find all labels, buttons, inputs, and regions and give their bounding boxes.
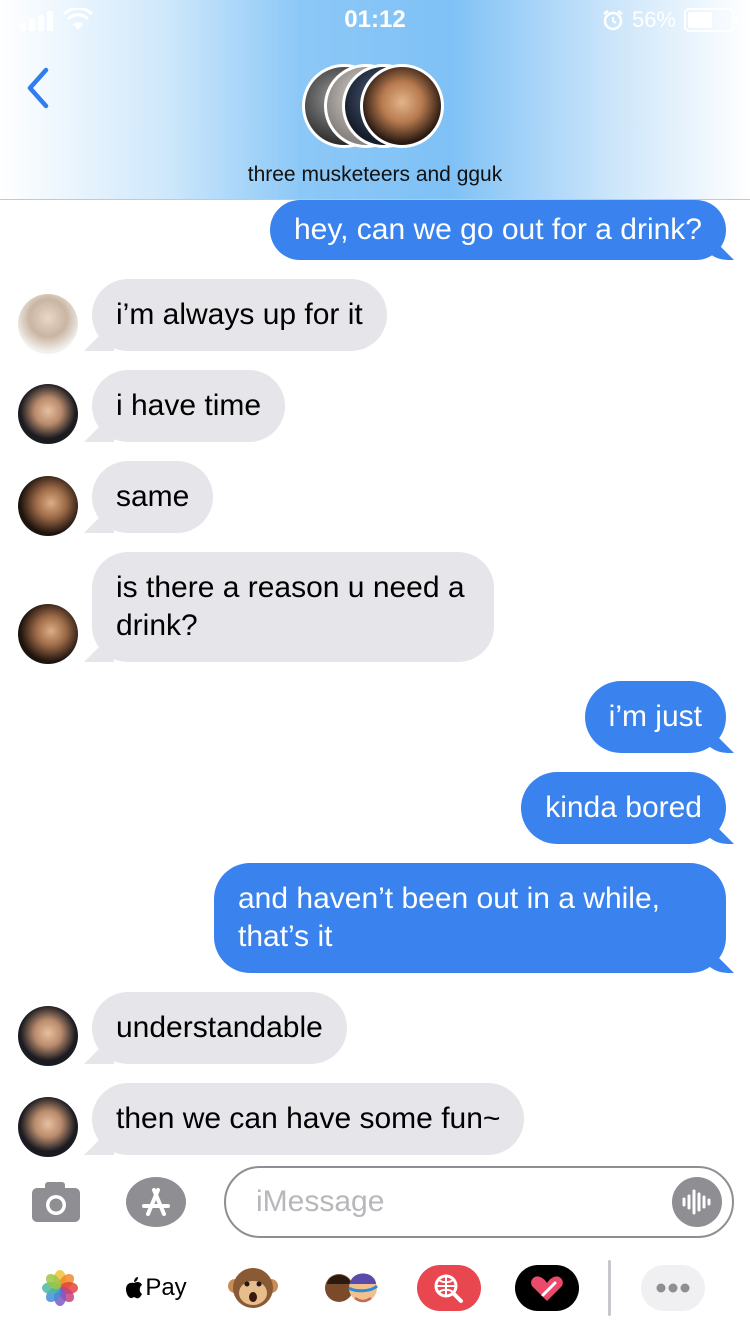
apple-logo-icon	[126, 1277, 143, 1299]
imessage-app-drawer: Pay	[0, 1244, 750, 1334]
message-bubble-outgoing[interactable]: and haven’t been out in a while, that’s …	[214, 863, 726, 973]
message-bubble-incoming[interactable]: i’m always up for it	[92, 279, 387, 351]
app-store-icon	[126, 1177, 186, 1227]
sender-avatar[interactable]	[18, 294, 78, 354]
photos-app-button[interactable]	[40, 1258, 80, 1318]
memoji-icon	[325, 1273, 379, 1303]
alarm-icon	[603, 10, 623, 31]
message-bubble-incoming[interactable]: understandable	[92, 992, 347, 1064]
chevron-left-icon	[27, 67, 49, 109]
digital-touch-icon	[515, 1265, 579, 1311]
camera-button[interactable]	[30, 1178, 82, 1226]
more-apps-button[interactable]	[640, 1258, 706, 1318]
message-bubble-incoming[interactable]: is there a reason u need a drink?	[92, 552, 494, 662]
compose-bar	[0, 1160, 750, 1244]
back-button[interactable]	[22, 66, 56, 110]
group-member-avatar	[360, 64, 444, 148]
battery-icon	[684, 8, 738, 32]
message-bubble-incoming[interactable]: then we can have some fun~	[92, 1083, 525, 1155]
battery-fill	[688, 12, 712, 28]
status-bar: 01:12 56%	[0, 0, 750, 40]
app-store-button[interactable]	[124, 1176, 188, 1228]
digital-touch-button[interactable]	[514, 1258, 580, 1318]
apple-pay-button[interactable]: Pay	[124, 1258, 188, 1318]
message-bubble-incoming[interactable]: same	[92, 461, 214, 533]
camera-icon	[32, 1182, 80, 1222]
message-bubble-outgoing[interactable]: hey, can we go out for a drink?	[269, 200, 726, 260]
conversation-header: 01:12 56% three musketeers and gguk	[0, 0, 750, 200]
app-drawer-divider	[608, 1260, 611, 1316]
group-avatar-stack[interactable]	[302, 64, 452, 150]
sender-avatar[interactable]	[18, 476, 78, 536]
message-input[interactable]	[226, 1185, 646, 1219]
message-bubble-incoming[interactable]: i have time	[92, 370, 286, 442]
sender-avatar[interactable]	[18, 384, 78, 444]
animoji-button[interactable]	[226, 1258, 280, 1318]
battery-percent: 56%	[631, 7, 676, 32]
message-bubble-outgoing[interactable]: i’m just	[584, 681, 726, 753]
memoji-button[interactable]	[318, 1258, 384, 1318]
apple-pay-label: Pay	[145, 1274, 187, 1301]
more-icon	[641, 1265, 705, 1311]
group-title[interactable]: three musketeers and gguk	[0, 163, 750, 187]
message-input-field[interactable]	[224, 1166, 734, 1238]
message-thread[interactable]: hey, can we go out for a drink? i’m alwa…	[0, 200, 750, 1160]
web-search-button[interactable]	[416, 1258, 482, 1318]
audio-message-button[interactable]	[672, 1177, 722, 1227]
sender-avatar[interactable]	[18, 1006, 78, 1066]
message-bubble-outgoing[interactable]: kinda bored	[521, 772, 726, 844]
sender-avatar[interactable]	[18, 1097, 78, 1157]
status-right: 56%	[602, 7, 738, 33]
photos-icon	[42, 1270, 78, 1306]
sender-avatar[interactable]	[18, 604, 78, 664]
monkey-animoji-icon	[228, 1268, 278, 1308]
web-search-icon	[417, 1265, 481, 1311]
waveform-icon	[682, 1189, 711, 1215]
